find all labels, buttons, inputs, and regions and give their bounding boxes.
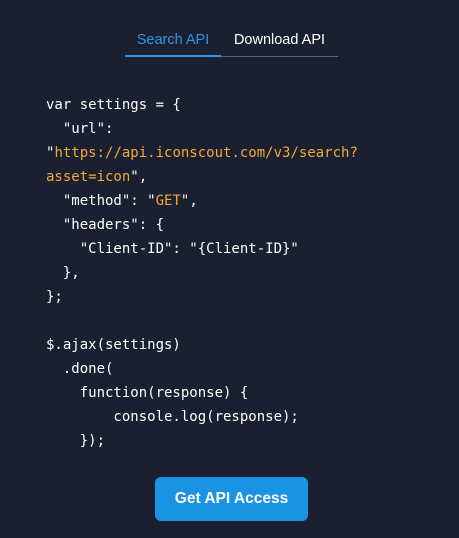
tab-search-api[interactable]: Search API	[125, 26, 221, 57]
code-line: },	[46, 265, 80, 281]
code-line: });	[46, 433, 106, 449]
code-quote: ",	[130, 169, 148, 185]
code-key: "url":	[62, 121, 114, 137]
code-line: "method": "GET",	[46, 189, 358, 213]
code-line: var settings = {	[46, 97, 181, 113]
code-line: asset=icon",	[46, 165, 358, 189]
code-line: "url":	[46, 117, 358, 141]
code-line: "headers": {	[46, 217, 165, 233]
code-quote: ",	[180, 193, 198, 209]
code-sample: var settings = { "url": "https://api.icon…	[46, 93, 358, 453]
api-tabs: Search API Download API	[125, 26, 338, 57]
code-string: asset=icon	[46, 169, 131, 185]
code-quote: "	[147, 193, 156, 209]
code-line: $.ajax(settings)	[46, 337, 181, 353]
tab-download-api[interactable]: Download API	[221, 26, 338, 56]
code-string: https://api.iconscout.com/v3/search?	[54, 145, 358, 161]
code-key: "method":	[46, 193, 148, 209]
code-string: GET	[155, 193, 181, 209]
code-line: .done(	[46, 361, 114, 377]
code-line: "Client-ID": "{Client-ID}"	[46, 241, 299, 257]
code-line: };	[46, 289, 63, 305]
code-line: "https://api.iconscout.com/v3/search?	[46, 141, 358, 165]
get-api-access-button[interactable]: Get API Access	[155, 477, 308, 521]
code-line: console.log(response);	[46, 409, 299, 425]
code-line: function(response) {	[46, 385, 249, 401]
